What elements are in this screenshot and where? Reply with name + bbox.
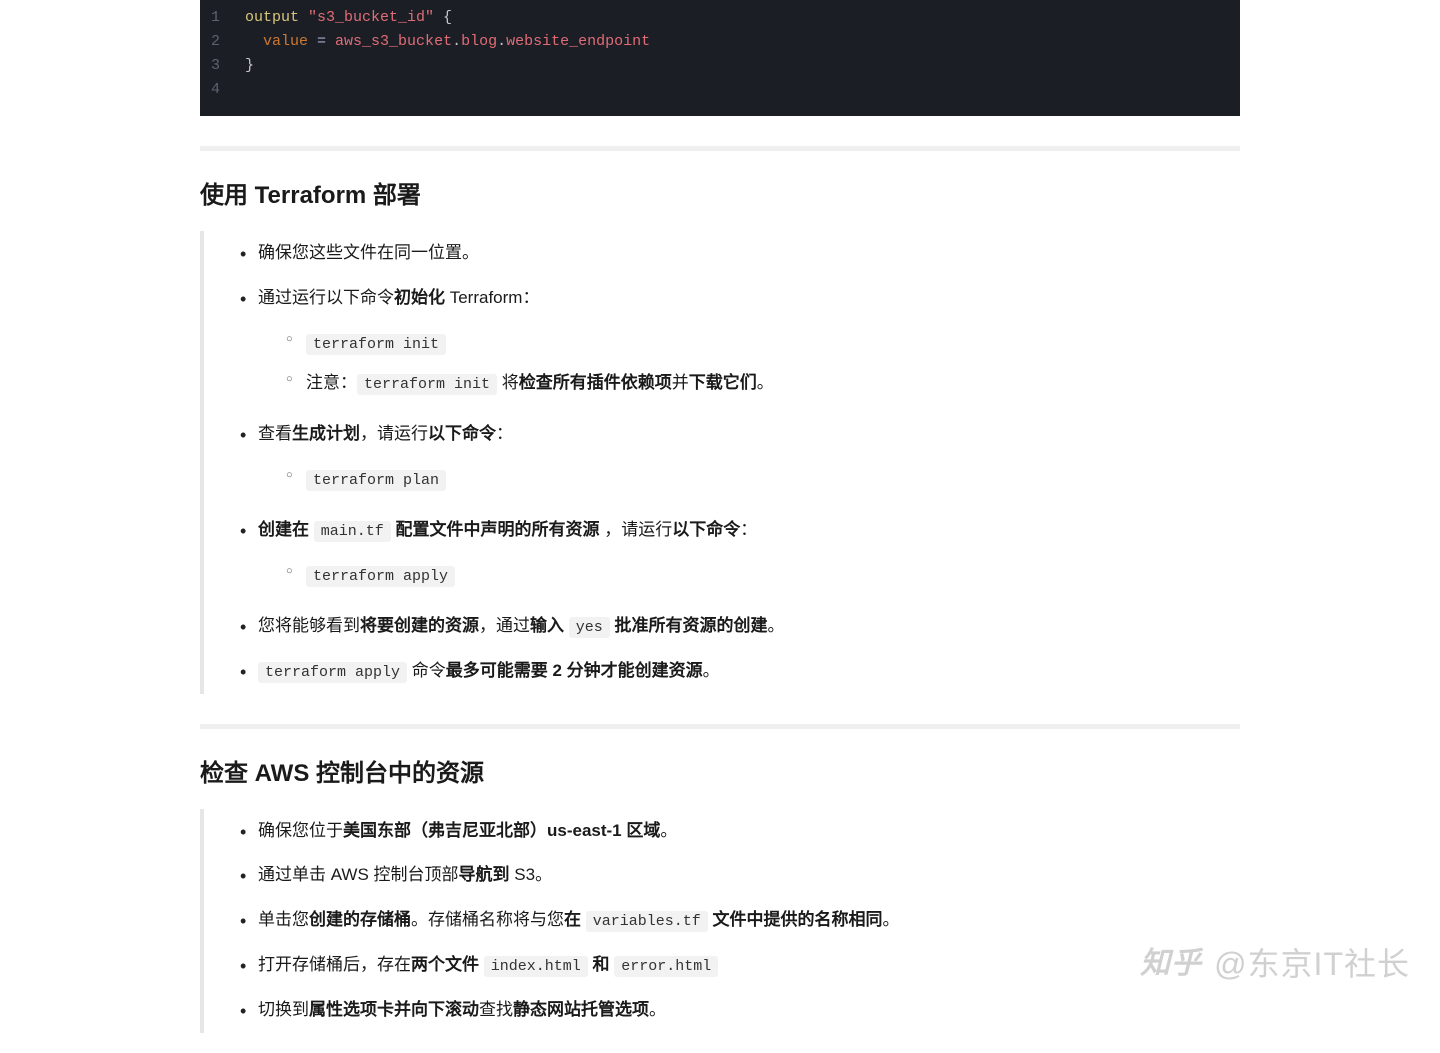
inline-code: main.tf: [314, 521, 391, 542]
line-number: 1: [200, 6, 245, 30]
line-number: 4: [200, 78, 245, 102]
section-heading-check: 检查 AWS 控制台中的资源: [200, 754, 1240, 795]
divider: [200, 724, 1240, 729]
steps-check: 确保您位于美国东部（弗吉尼亚北部）us-east-1 区域。通过单击 AWS 控…: [200, 809, 1240, 1033]
section-heading-deploy: 使用 Terraform 部署: [200, 176, 1240, 217]
list-item: 确保您位于美国东部（弗吉尼亚北部）us-east-1 区域。: [244, 809, 1240, 854]
divider: [200, 146, 1240, 151]
code-line: 3}: [200, 54, 1240, 78]
list-item: 确保您这些文件在同一位置。: [244, 231, 1240, 276]
list-item: 注意：terraform init 将检查所有插件依赖项并下载它们。: [292, 363, 1240, 404]
code-line: 2 value = aws_s3_bucket.blog.website_end…: [200, 30, 1240, 54]
list-item: 打开存储桶后，存在两个文件 index.html 和 error.html: [244, 943, 1240, 988]
code-line: 4: [200, 78, 1240, 102]
inline-code: error.html: [614, 956, 718, 977]
inline-code: yes: [569, 617, 610, 638]
inline-code: terraform plan: [306, 470, 446, 491]
list-item: terraform init: [292, 323, 1240, 364]
list-item: 切换到属性选项卡并向下滚动查找静态网站托管选项。: [244, 988, 1240, 1033]
list-item: terraform apply 命令最多可能需要 2 分钟才能创建资源。: [244, 649, 1240, 694]
code-line: 1output "s3_bucket_id" {: [200, 6, 1240, 30]
line-number: 2: [200, 30, 245, 54]
line-number: 3: [200, 54, 245, 78]
inline-code: terraform init: [357, 374, 497, 395]
inline-code: terraform init: [306, 334, 446, 355]
code-block: 1output "s3_bucket_id" {2 value = aws_s3…: [200, 0, 1240, 116]
list-item: terraform plan: [292, 459, 1240, 500]
list-item: terraform apply: [292, 555, 1240, 596]
inline-code: variables.tf: [586, 911, 708, 932]
list-item: 通过运行以下命令初始化 Terraform：terraform init注意：t…: [244, 276, 1240, 413]
list-item: 单击您创建的存储桶。存储桶名称将与您在 variables.tf 文件中提供的名…: [244, 898, 1240, 943]
list-item: 您将能够看到将要创建的资源，通过输入 yes 批准所有资源的创建。: [244, 604, 1240, 649]
list-item: 创建在 main.tf 配置文件中声明的所有资源 ，请运行以下命令：terraf…: [244, 508, 1240, 604]
inline-code: index.html: [484, 956, 588, 977]
list-item: 查看生成计划，请运行以下命令：terraform plan: [244, 412, 1240, 508]
inline-code: terraform apply: [306, 566, 455, 587]
inline-code: terraform apply: [258, 662, 407, 683]
list-item: 通过单击 AWS 控制台顶部导航到 S3。: [244, 853, 1240, 898]
steps-deploy: 确保您这些文件在同一位置。通过运行以下命令初始化 Terraform：terra…: [200, 231, 1240, 694]
